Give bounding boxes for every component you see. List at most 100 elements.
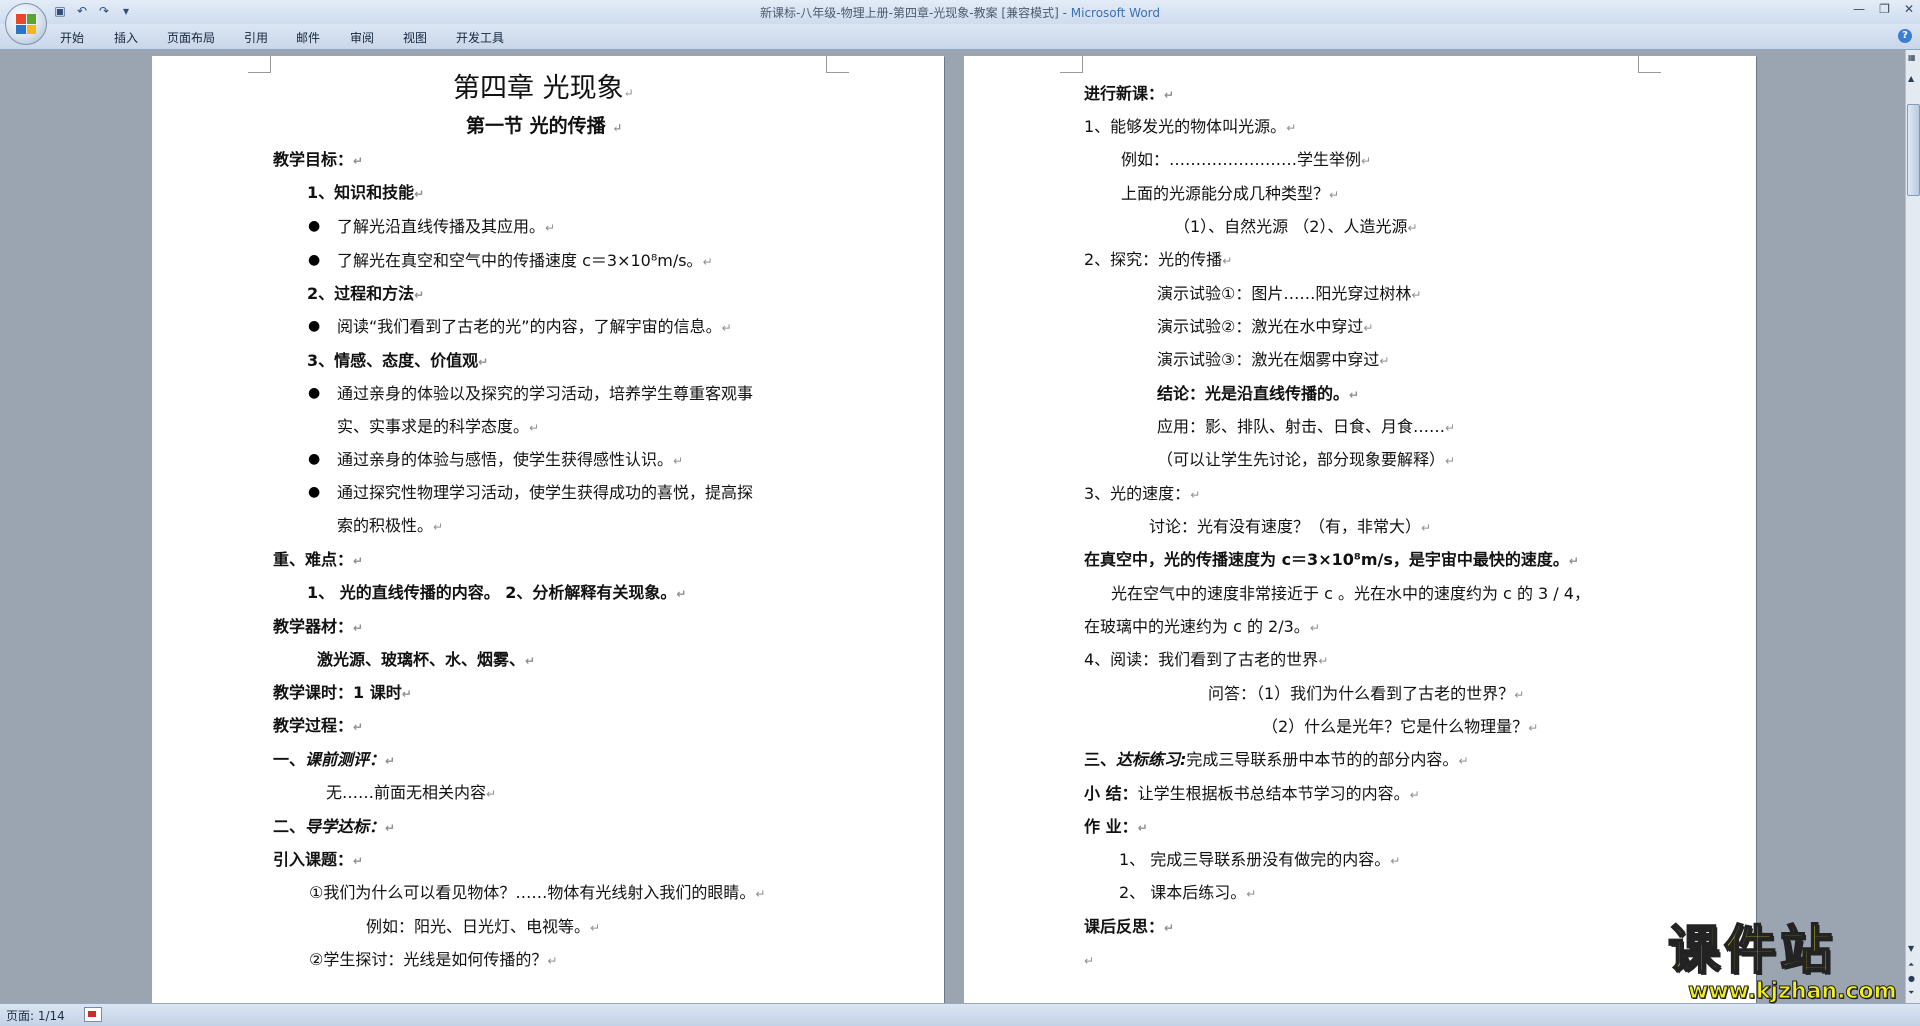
- empty-paragraph: ↵: [1084, 954, 1095, 968]
- procedure-heading: 教学过程：↵: [273, 716, 364, 735]
- explore-heading: 2、探究：光的传播↵: [1084, 250, 1233, 269]
- discuss-note: （可以让学生先讨论，部分现象要解释）↵: [1157, 450, 1456, 469]
- emotion-item: 通过亲身的体验与感悟，使学生获得感性认识。↵: [337, 450, 684, 469]
- speed-heading: 3、光的速度：↵: [1084, 484, 1201, 503]
- crop-mark: [1638, 56, 1661, 73]
- scroll-down-icon[interactable]: ▼: [1908, 944, 1914, 953]
- homework-item: 1、 完成三导联系册没有做完的内容。↵: [1119, 850, 1401, 869]
- demo-2: 演示试验②：激光在水中穿过↵: [1157, 317, 1374, 336]
- help-icon[interactable]: ?: [1898, 29, 1912, 43]
- previous-page-icon[interactable]: ⏶: [1908, 960, 1914, 970]
- window-title: 新课标-八年级-物理上册-第四章-光现象-教案 [兼容模式] - Microso…: [0, 4, 1920, 21]
- crop-mark: [1060, 56, 1083, 73]
- speed-discussion: 讨论：光有没有速度？（有，非常大）↵: [1149, 517, 1432, 536]
- homework-item: 2、 课本后练习。↵: [1119, 883, 1257, 902]
- page-1[interactable]: 第四章 光现象↵ 第一节 光的传播 ↵ 教学目标：↵ 1、知识和技能↵ ● 了解…: [152, 56, 944, 1003]
- homework-heading: 作 业：↵: [1084, 817, 1148, 836]
- intro-question-2: ②学生探讨：光线是如何传播的？↵: [309, 950, 558, 969]
- knowledge-item: 了解光在真空和空气中的传播速度 c＝3×10⁸m/s。↵: [337, 251, 713, 270]
- bullet-icon: ●: [308, 451, 321, 467]
- light-source-example: 例如：……………………学生举例↵: [1121, 150, 1372, 169]
- summary-line: 小 结：让学生根据板书总结本节学习的内容。↵: [1084, 784, 1420, 803]
- crop-mark: [248, 56, 271, 73]
- intro-question-1: ①我们为什么可以看见物体？……物体有光线射入我们的眼睛。↵: [309, 883, 766, 902]
- emotion-item-cont: 实、实事求是的科学态度。↵: [337, 417, 540, 436]
- document-title: 新课标-八年级-物理上册-第四章-光现象-教案 [兼容模式] -: [759, 6, 1071, 20]
- reading-question-2: （2）什么是光年？它是什么物理量？↵: [1262, 717, 1539, 736]
- demo-1: 演示试验①：图片……阳光穿过树林↵: [1157, 284, 1422, 303]
- new-lesson-heading: 进行新课：↵: [1084, 84, 1175, 103]
- conclusion: 结论：光是沿直线传播的。↵: [1157, 384, 1360, 403]
- restore-button[interactable]: ❐: [1879, 2, 1890, 16]
- scroll-up-icon[interactable]: ▲: [1908, 74, 1914, 83]
- app-name: Microsoft Word: [1070, 6, 1161, 20]
- tab-references[interactable]: 引用: [244, 29, 268, 46]
- tab-page-layout[interactable]: 页面布局: [167, 29, 215, 46]
- vertical-scrollbar[interactable]: ▦ ▲ ▼ ⏶ ● ⏷: [1905, 50, 1920, 1003]
- reflection-heading: 课后反思：↵: [1084, 917, 1175, 936]
- ruler-toggle-icon[interactable]: ▦: [1908, 53, 1916, 62]
- emotion-item-cont: 索的积极性。↵: [337, 516, 444, 535]
- reading-heading: 4、阅读：我们看到了古老的世界↵: [1084, 650, 1329, 669]
- document-workspace[interactable]: 第四章 光现象↵ 第一节 光的传播 ↵ 教学目标：↵ 1、知识和技能↵ ● 了解…: [0, 50, 1906, 1003]
- tab-insert[interactable]: 插入: [114, 29, 138, 46]
- equipment-content: 激光源、玻璃杯、水、烟雾、↵: [317, 650, 536, 669]
- watermark-text: 课件站: [1667, 921, 1837, 981]
- tab-developer[interactable]: 开发工具: [456, 29, 504, 46]
- watermark-logo: 课件站 www.kjzhan.com: [1667, 921, 1904, 1005]
- pre-test-content: 无……前面无相关内容↵: [326, 783, 497, 802]
- guide-heading: 二、导学达标：↵: [273, 817, 396, 836]
- section-title: 第一节 光的传播 ↵: [466, 115, 623, 137]
- equipment-heading: 教学器材：↵: [273, 617, 364, 636]
- light-source-def: 1、能够发光的物体叫光源。↵: [1084, 117, 1297, 136]
- emotion-item: 通过亲身的体验以及探究的学习活动，培养学生尊重客观事: [337, 384, 754, 403]
- intro-example: 例如：阳光、日光灯、电视等。↵: [366, 917, 601, 936]
- ribbon-tabs: 开始 插入 页面布局 引用 邮件 审阅 视图 开发工具: [0, 24, 1920, 50]
- key-points-content: 1、 光的直线传播的内容。 2、分析解释有关现象。↵: [307, 583, 687, 602]
- process-item: 阅读“我们看到了古老的光”的内容，了解宇宙的信息。↵: [337, 317, 732, 336]
- light-source-question: 上面的光源能分成几种类型？↵: [1121, 184, 1340, 203]
- light-source-types: （1）、自然光源 （2）、人造光源↵: [1174, 217, 1418, 236]
- page-indicator[interactable]: 页面: 1/14: [6, 1007, 65, 1024]
- applications: 应用：影、排队、射击、日食、月食……↵: [1157, 417, 1456, 436]
- pre-test-heading: 一、课前测评：↵: [273, 750, 396, 769]
- bullet-icon: ●: [308, 218, 321, 234]
- emotion-item: 通过探究性物理学习活动，使学生获得成功的喜悦，提高探: [337, 483, 754, 502]
- speed-detail: 光在空气中的速度非常接近于 c 。光在水中的速度约为 c 的 3 / 4，: [1111, 584, 1590, 603]
- tab-review[interactable]: 审阅: [350, 29, 374, 46]
- goals-heading: 教学目标：↵: [273, 150, 364, 169]
- chapter-title: 第四章 光现象↵: [453, 73, 634, 104]
- key-points-heading: 重、难点：↵: [273, 550, 364, 569]
- status-bar: 页面: 1/14: [0, 1003, 1920, 1026]
- speed-statement: 在真空中，光的传播速度为 c＝3×10⁸m/s，是宇宙中最快的速度。↵: [1084, 550, 1579, 569]
- browse-object-icon[interactable]: ●: [1908, 974, 1915, 983]
- reading-question-1: 问答：（1）我们为什么看到了古老的世界？↵: [1208, 684, 1525, 703]
- bullet-icon: ●: [308, 318, 321, 334]
- practice-line: 三、达标练习:完成三导联系册中本节的的部分内容。↵: [1084, 750, 1469, 769]
- lesson-hours: 教学课时：1 课时↵: [273, 683, 412, 702]
- process-heading: 2、过程和方法↵: [307, 284, 425, 303]
- knowledge-heading: 1、知识和技能↵: [307, 183, 425, 202]
- knowledge-item: 了解光沿直线传播及其应用。↵: [337, 217, 556, 236]
- bullet-icon: ●: [308, 385, 321, 401]
- watermark-url: www.kjzhan.com: [1688, 979, 1898, 1005]
- tab-view[interactable]: 视图: [403, 29, 427, 46]
- scroll-thumb[interactable]: [1907, 104, 1920, 196]
- next-page-icon[interactable]: ⏷: [1908, 988, 1914, 998]
- proofing-icon[interactable]: [84, 1007, 102, 1022]
- bullet-icon: ●: [308, 252, 321, 268]
- crop-mark: [826, 56, 849, 73]
- page-2[interactable]: 进行新课：↵ 1、能够发光的物体叫光源。↵ 例如：……………………学生举例↵ 上…: [964, 56, 1756, 1003]
- tab-home[interactable]: 开始: [60, 29, 84, 46]
- tab-mailings[interactable]: 邮件: [296, 29, 320, 46]
- demo-3: 演示试验③：激光在烟雾中穿过↵: [1157, 350, 1390, 369]
- intro-heading: 引入课题：↵: [273, 850, 364, 869]
- close-button[interactable]: ✕: [1904, 2, 1914, 16]
- office-logo-icon: [16, 14, 36, 34]
- emotion-heading: 3、情感、态度、价值观↵: [307, 351, 489, 370]
- window-controls: — ❐ ✕: [1853, 2, 1914, 16]
- minimize-button[interactable]: —: [1853, 2, 1865, 16]
- speed-detail-cont: 在玻璃中的光速约为 c 的 2/3。↵: [1084, 617, 1320, 636]
- office-button[interactable]: [5, 3, 47, 45]
- title-bar: ▣ ↶ ↷ ▾ 新课标-八年级-物理上册-第四章-光现象-教案 [兼容模式] -…: [0, 0, 1920, 24]
